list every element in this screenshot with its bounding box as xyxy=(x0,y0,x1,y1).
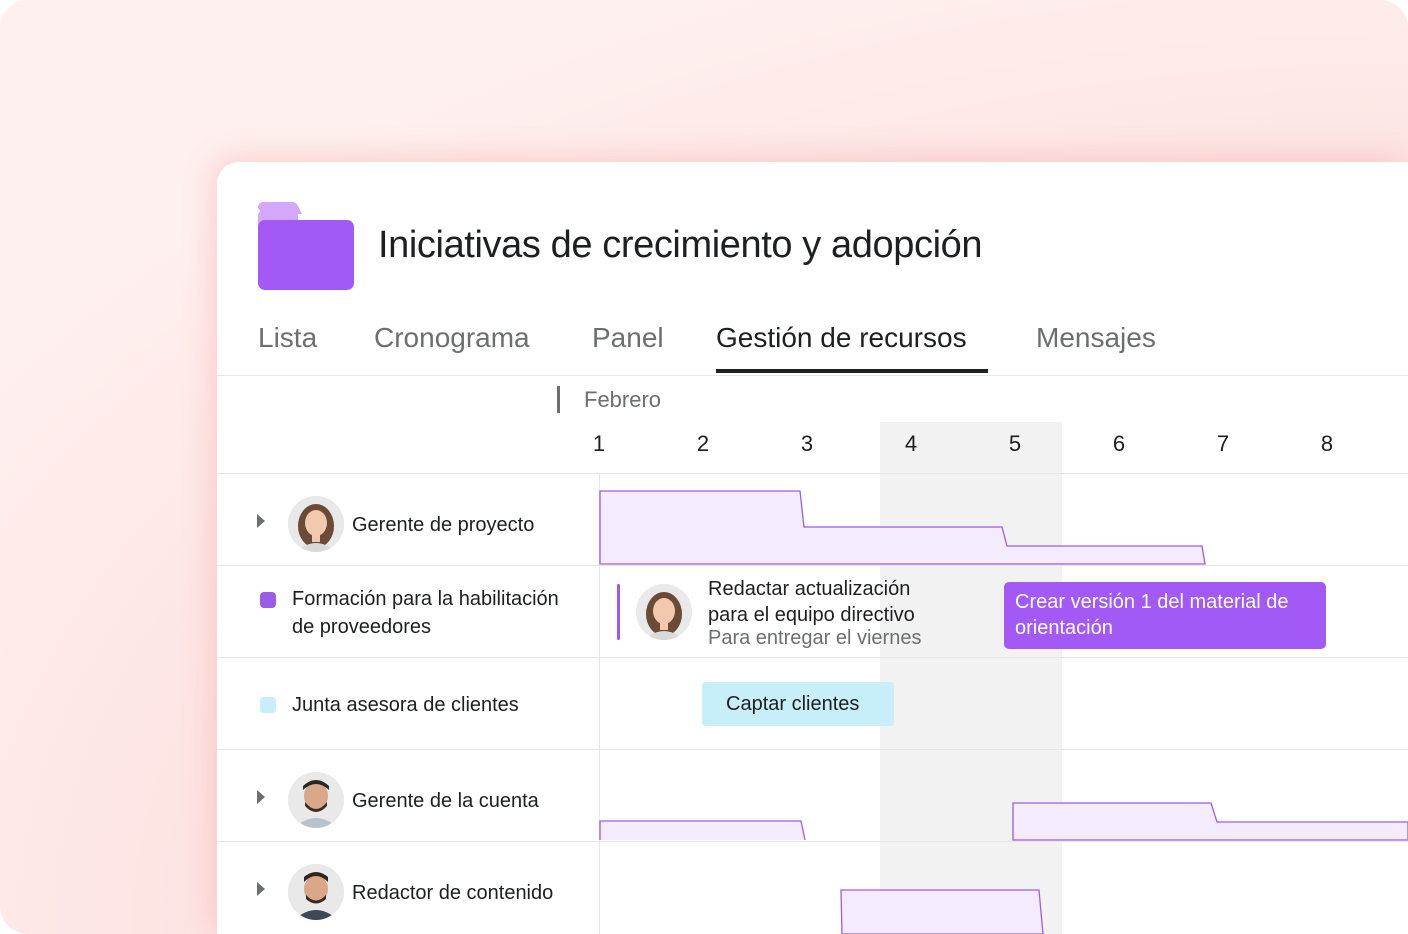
workload-gerente-cuenta-2 xyxy=(1012,802,1408,841)
task-update-due: Para entregar el viernes xyxy=(708,627,922,649)
row-label-junta-asesora: Junta asesora de clientes xyxy=(292,694,519,716)
avatar xyxy=(288,772,344,828)
avatar xyxy=(288,864,344,920)
caret-right-icon[interactable] xyxy=(257,514,265,528)
project-color-swatch xyxy=(260,592,276,608)
task-marker xyxy=(617,584,620,640)
workload-gerente-cuenta-1 xyxy=(599,820,806,841)
task-bar-captar-clientes[interactable]: Captar clientes xyxy=(702,682,894,726)
task-bar-orientacion-line1: Crear versión 1 del material de xyxy=(1015,591,1289,613)
task-bar-orientacion-line2: orientación xyxy=(1015,617,1113,639)
row-label-gerente-cuenta: Gerente de la cuenta xyxy=(352,790,539,812)
project-color-swatch xyxy=(260,697,276,713)
task-update-title-line1: Redactar actualización xyxy=(708,578,911,600)
task-update-title-line2: para el equipo directivo xyxy=(708,604,915,626)
avatar xyxy=(288,496,344,552)
workload-chart xyxy=(599,490,1408,934)
task-update-title[interactable]: Redactar actualización para el equipo di… xyxy=(708,576,968,628)
project-card: Iniciativas de crecimiento y adopción Li… xyxy=(217,162,1408,934)
row-label-formacion-line2: de proveedores xyxy=(292,616,431,638)
workload-gerente-proyecto xyxy=(599,490,1206,565)
row-label-formacion-line1: Formación para la habilitación xyxy=(292,588,559,610)
task-bar-orientacion[interactable]: Crear versión 1 del material de orientac… xyxy=(1004,582,1326,649)
avatar xyxy=(636,584,692,640)
caret-right-icon[interactable] xyxy=(257,882,265,896)
caret-right-icon[interactable] xyxy=(257,790,265,804)
row-label-redactor: Redactor de contenido xyxy=(352,882,554,904)
workload-redactor xyxy=(840,889,1044,934)
row-label-gerente-proyecto: Gerente de proyecto xyxy=(352,514,535,536)
